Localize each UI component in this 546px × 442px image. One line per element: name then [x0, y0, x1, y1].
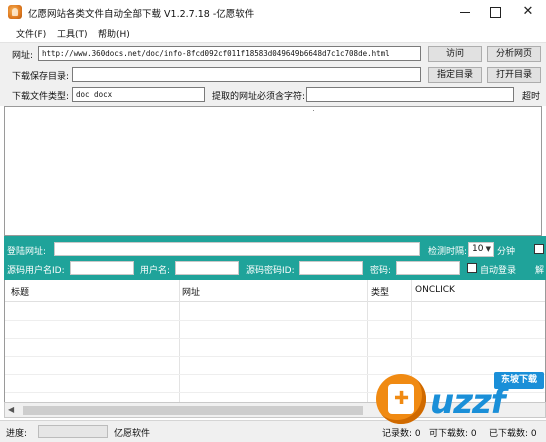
progress-label: 进度:	[6, 429, 28, 439]
open-dir-button[interactable]: 打开目录	[487, 67, 541, 83]
password-label: 密码:	[370, 266, 392, 276]
truncated-label: 解	[535, 266, 545, 276]
timeout-label: 超时	[522, 92, 541, 102]
login-url-label: 登陆网址:	[7, 247, 47, 257]
login-url-input[interactable]	[54, 242, 420, 256]
choose-dir-button[interactable]: 指定目录	[428, 67, 482, 83]
save-dir-input[interactable]	[72, 67, 421, 82]
auto-login-label: 自动登录	[480, 266, 517, 276]
row-divider	[5, 320, 545, 321]
interval-label: 检测时隔:	[428, 247, 468, 257]
save-dir-label: 下载保存目录:	[12, 72, 70, 82]
minimize-button[interactable]	[450, 0, 480, 24]
scroll-left-icon[interactable]: ◀	[8, 405, 14, 414]
chevron-down-icon: ▼	[485, 245, 491, 253]
username-input[interactable]	[175, 261, 239, 275]
row-divider	[5, 338, 545, 339]
maximize-button[interactable]	[480, 0, 510, 24]
file-type-input[interactable]: doc docx	[72, 87, 205, 102]
analyze-page-button[interactable]: 分析网页	[487, 46, 541, 62]
required-chars-input[interactable]	[306, 87, 514, 102]
required-chars-label: 提取的网址必须含字符:	[212, 92, 306, 102]
username-id-input[interactable]	[70, 261, 134, 275]
watermark-badge: 东坡下载	[494, 372, 544, 389]
url-input[interactable]: http://www.360docs.net/doc/info-8fcd092c…	[38, 46, 421, 61]
menu-tools[interactable]: 工具(T)	[57, 27, 88, 40]
log-dot	[313, 110, 314, 111]
settings-panel: 网址: http://www.360docs.net/doc/info-8fcd…	[0, 42, 546, 106]
watermark-logo: uzzf 东坡下载	[376, 370, 546, 434]
column-divider	[367, 280, 368, 402]
column-type[interactable]: 类型	[371, 285, 389, 298]
password-id-label: 源码密码ID:	[246, 266, 295, 276]
menu-bar: 文件(F) 工具(T) 帮助(H)	[0, 24, 546, 42]
app-logo-icon	[8, 5, 22, 19]
interval-unit-label: 分钟	[497, 247, 516, 257]
interval-value: 10	[472, 244, 484, 254]
window-title: 亿愿网站各类文件自动全部下载 V1.2.7.18 -亿愿软件	[28, 9, 255, 20]
auto-login-checkbox[interactable]	[467, 263, 477, 273]
progress-bar	[38, 425, 108, 438]
row-divider	[5, 356, 545, 357]
username-label: 用户名:	[140, 266, 171, 276]
visit-button[interactable]: 访问	[428, 46, 482, 62]
column-onclick[interactable]: ONCLICK	[415, 285, 455, 295]
extra-checkbox[interactable]	[534, 244, 544, 254]
menu-help[interactable]: 帮助(H)	[98, 27, 130, 40]
column-url[interactable]: 网址	[182, 285, 200, 298]
watermark-download-icon	[376, 374, 426, 424]
username-id-label: 源码用户名ID:	[7, 266, 65, 276]
column-divider	[179, 280, 180, 402]
menu-file[interactable]: 文件(F)	[16, 27, 46, 40]
file-type-label: 下载文件类型:	[12, 92, 70, 102]
log-textarea[interactable]	[4, 106, 542, 236]
url-label: 网址:	[12, 51, 34, 61]
column-title[interactable]: 标题	[11, 285, 29, 298]
company-label: 亿愿软件	[114, 429, 151, 439]
login-panel: 登陆网址: 检测时隔: 10 ▼ 分钟 源码用户名ID: 用户名: 源码密码ID…	[4, 236, 546, 280]
title-bar: 亿愿网站各类文件自动全部下载 V1.2.7.18 -亿愿软件 ✕	[0, 0, 546, 24]
password-input[interactable]	[396, 261, 460, 275]
scroll-thumb[interactable]	[23, 406, 363, 415]
table-header: 标题 网址 类型 ONCLICK	[5, 280, 545, 302]
password-id-input[interactable]	[299, 261, 363, 275]
interval-select[interactable]: 10 ▼	[468, 242, 494, 257]
close-button[interactable]: ✕	[513, 0, 543, 24]
